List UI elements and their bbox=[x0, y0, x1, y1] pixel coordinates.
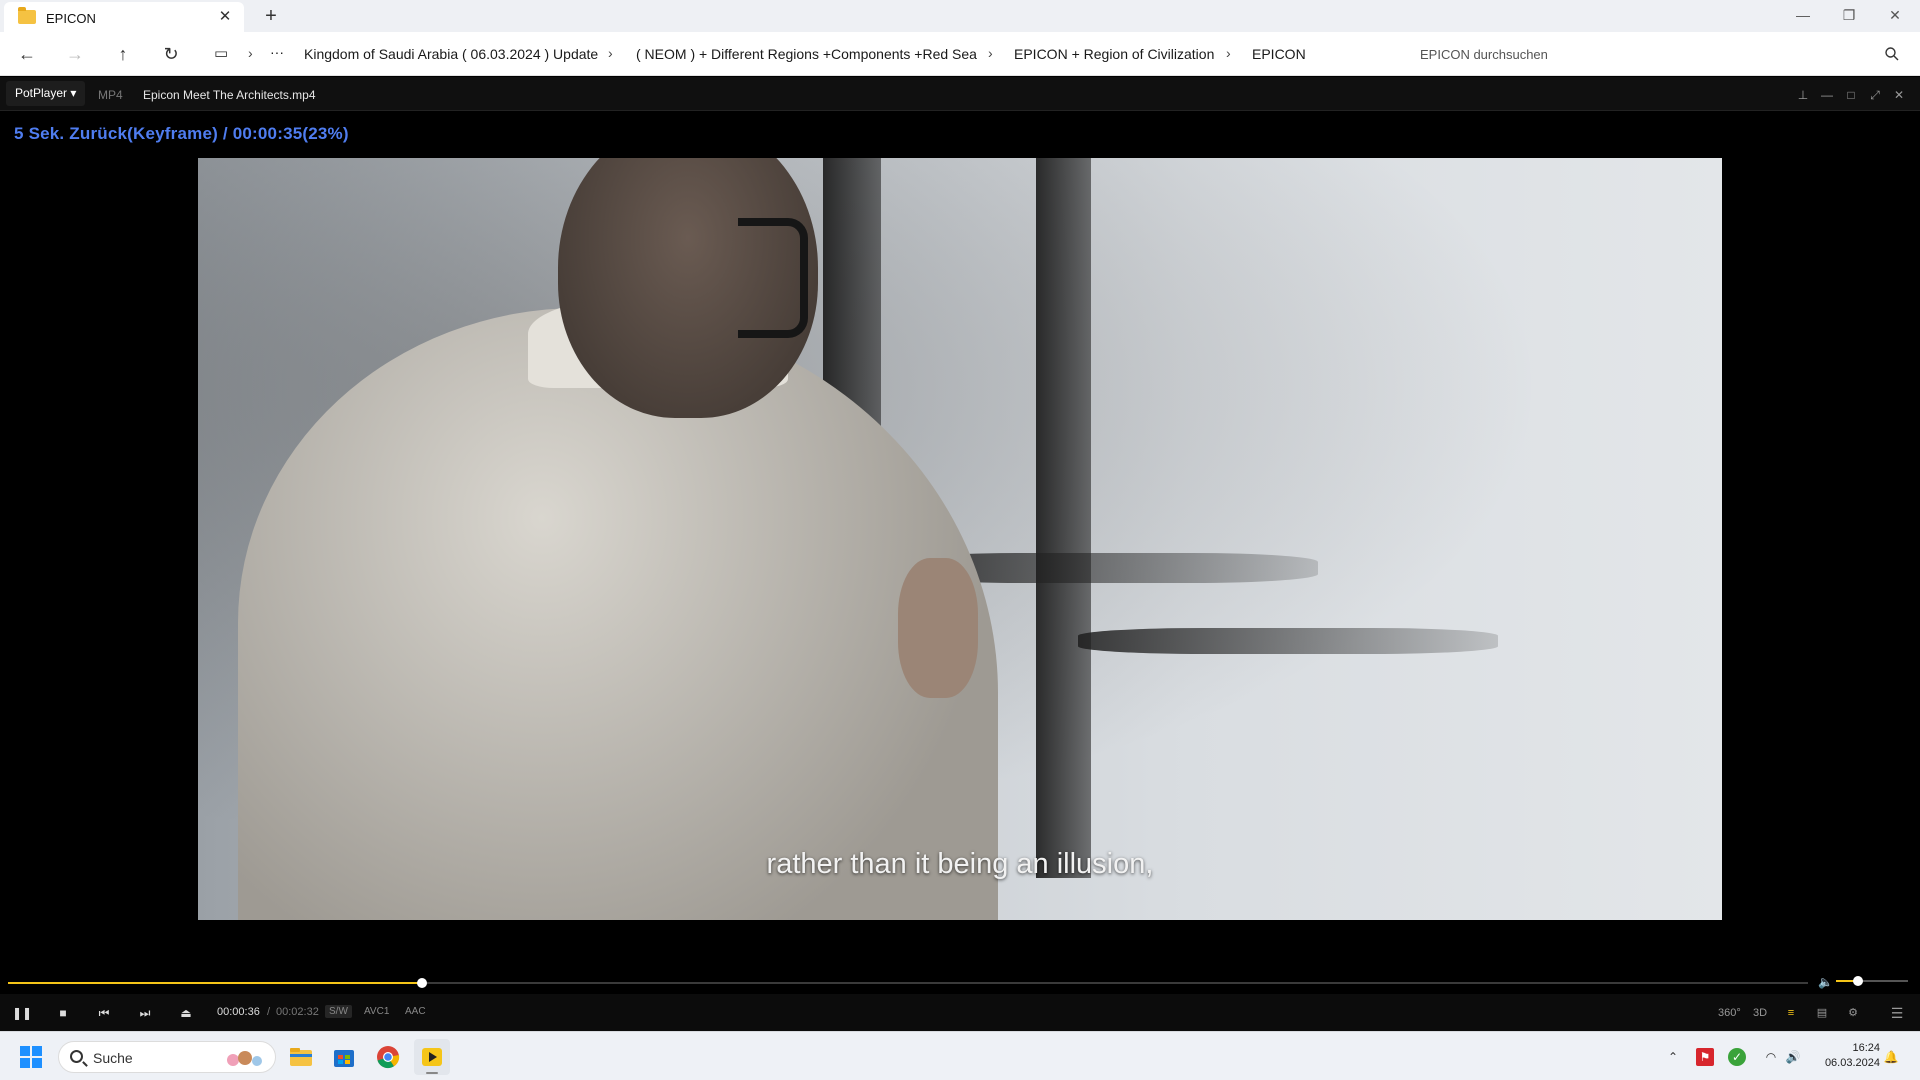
clock-date: 06.03.2024 bbox=[1824, 1057, 1880, 1069]
volume-icon[interactable]: 🔈 bbox=[1818, 975, 1833, 989]
close-icon[interactable]: ✕ bbox=[1889, 85, 1909, 105]
windows-start-icon[interactable] bbox=[20, 1046, 42, 1068]
glasses bbox=[738, 218, 808, 338]
fullscreen-icon[interactable]: ⤢ bbox=[1865, 85, 1885, 105]
breadcrumb[interactable]: ▭ › ··· Kingdom of Saudi Arabia ( 06.03.… bbox=[204, 40, 1400, 68]
folder-icon bbox=[18, 7, 36, 24]
sw-badge[interactable]: S/W bbox=[325, 1005, 352, 1018]
eject-icon[interactable]: ⏏ bbox=[174, 1002, 198, 1024]
menu-icon[interactable]: ☰ bbox=[1886, 1003, 1908, 1023]
up-icon[interactable]: ↑ bbox=[108, 40, 138, 68]
search-input[interactable]: EPICON durchsuchen bbox=[1408, 40, 1910, 68]
maximize-icon[interactable]: □ bbox=[1841, 85, 1861, 105]
previous-icon[interactable]: ⏮ bbox=[92, 1002, 116, 1024]
man-hand bbox=[898, 558, 978, 698]
current-time: 00:00:36 bbox=[217, 1006, 260, 1018]
time-separator: / bbox=[267, 1006, 271, 1018]
format-label: MP4 bbox=[98, 88, 123, 102]
search-icon bbox=[1885, 47, 1899, 61]
wifi-icon[interactable]: ◠ bbox=[1762, 1048, 1780, 1066]
file-explorer-icon[interactable] bbox=[283, 1039, 319, 1075]
stop-icon[interactable]: ■ bbox=[51, 1002, 75, 1024]
taskbar-search[interactable]: Suche bbox=[58, 1041, 276, 1073]
breadcrumb-item-epicon[interactable]: EPICON bbox=[1252, 46, 1306, 62]
file-name: Epicon Meet The Architects.mp4 bbox=[143, 88, 316, 102]
taskbar: Suche ⌃ ⚑ ✓ ◠ 🔊 16:24 06.03.2024 🔔 bbox=[0, 1031, 1920, 1080]
charcoal-stroke bbox=[1036, 158, 1091, 878]
video-frame[interactable]: rather than it being an illusion, bbox=[198, 158, 1722, 920]
subtitle-text: rather than it being an illusion, bbox=[766, 848, 1154, 880]
forward-icon[interactable]: → bbox=[60, 40, 90, 68]
minimize-window-icon[interactable]: — bbox=[1780, 0, 1826, 30]
search-icon bbox=[70, 1050, 83, 1063]
subtitle-icon[interactable]: ▤ bbox=[1811, 1003, 1833, 1023]
volume-handle[interactable] bbox=[1852, 976, 1863, 986]
potplayer-menu-button[interactable]: PotPlayer ▾ bbox=[6, 81, 86, 106]
back-icon[interactable]: ← bbox=[12, 40, 42, 68]
notification-bell-icon[interactable]: 🔔 bbox=[1882, 1048, 1900, 1066]
seek-handle[interactable] bbox=[417, 978, 427, 988]
chevron-right-icon: › bbox=[248, 45, 253, 61]
acrobat-tray-icon[interactable]: ⚑ bbox=[1696, 1048, 1714, 1066]
search-placeholder: EPICON durchsuchen bbox=[1420, 47, 1548, 62]
total-time: 00:02:32 bbox=[276, 1006, 319, 1018]
next-icon[interactable]: ⏭ bbox=[133, 1002, 157, 1024]
breadcrumb-item-epicon-region[interactable]: EPICON + Region of Civilization bbox=[1014, 46, 1214, 62]
chevron-right-icon: › bbox=[1226, 45, 1231, 61]
tab-title: EPICON bbox=[46, 11, 96, 26]
audio-codec-badge[interactable]: AAC bbox=[401, 1005, 430, 1018]
pause-icon[interactable]: ❚❚ bbox=[10, 1002, 34, 1024]
breadcrumb-overflow[interactable]: ··· bbox=[270, 44, 284, 60]
chevron-right-icon: › bbox=[608, 45, 613, 61]
playlist-search-icon[interactable]: ≡ bbox=[1780, 1003, 1802, 1023]
chevron-right-icon: › bbox=[988, 45, 993, 61]
clock[interactable]: 16:24 06.03.2024 bbox=[1810, 1041, 1880, 1071]
close-window-icon[interactable]: ✕ bbox=[1872, 0, 1918, 30]
seek-bar[interactable] bbox=[8, 977, 1912, 989]
osd-seek-message: 5 Sek. Zurück(Keyframe) / 00:00:35(23%) bbox=[14, 124, 349, 143]
explorer-address-bar: ← → ↑ ↻ ▭ › ··· Kingdom of Saudi Arabia … bbox=[0, 32, 1920, 76]
this-pc-icon[interactable]: ▭ bbox=[214, 44, 228, 62]
breadcrumb-item-saudi-arabia[interactable]: Kingdom of Saudi Arabia ( 06.03.2024 ) U… bbox=[304, 46, 598, 62]
pin-icon[interactable]: ⊥ bbox=[1793, 85, 1813, 105]
speaker-icon[interactable]: 🔊 bbox=[1784, 1048, 1802, 1066]
microsoft-store-icon[interactable] bbox=[326, 1039, 362, 1075]
restore-window-icon[interactable]: ❐ bbox=[1826, 0, 1872, 30]
vr-360-button[interactable]: 360° bbox=[1718, 1003, 1741, 1023]
close-tab-icon[interactable]: ✕ bbox=[214, 6, 236, 28]
breadcrumb-item-neom[interactable]: ( NEOM ) + Different Regions +Components… bbox=[636, 46, 977, 62]
video-codec-badge[interactable]: AVC1 bbox=[360, 1005, 393, 1018]
refresh-icon[interactable]: ↻ bbox=[156, 40, 186, 68]
potplayer-icon[interactable] bbox=[414, 1039, 450, 1075]
clock-time: 16:24 bbox=[1852, 1042, 1880, 1054]
potplayer-window: PotPlayer ▾ MP4 Epicon Meet The Architec… bbox=[0, 77, 1920, 1031]
control-bar: ❚❚ ■ ⏮ ⏭ ⏏ 00:00:36 / 00:02:32 S/W AVC1 … bbox=[0, 994, 1920, 1031]
app-name: PotPlayer bbox=[15, 86, 68, 100]
chrome-icon[interactable] bbox=[370, 1039, 406, 1075]
stereo-3d-button[interactable]: 3D bbox=[1749, 1003, 1771, 1023]
tab-epicon[interactable]: EPICON ✕ bbox=[4, 2, 244, 32]
taskbar-search-label: Suche bbox=[93, 1050, 133, 1066]
security-tray-icon[interactable]: ✓ bbox=[1728, 1048, 1746, 1066]
player-title-bar: PotPlayer ▾ MP4 Epicon Meet The Architec… bbox=[0, 77, 1920, 111]
minimize-icon[interactable]: — bbox=[1817, 85, 1837, 105]
chevron-up-icon[interactable]: ⌃ bbox=[1664, 1048, 1682, 1066]
settings-icon[interactable]: ⚙ bbox=[1842, 1003, 1864, 1023]
search-highlight-icon bbox=[227, 1051, 262, 1066]
seek-progress bbox=[8, 982, 422, 984]
explorer-tab-bar: EPICON ✕ + — ❐ ✕ bbox=[0, 0, 1920, 32]
new-tab-button[interactable]: + bbox=[258, 3, 284, 29]
charcoal-stroke bbox=[1078, 628, 1498, 654]
